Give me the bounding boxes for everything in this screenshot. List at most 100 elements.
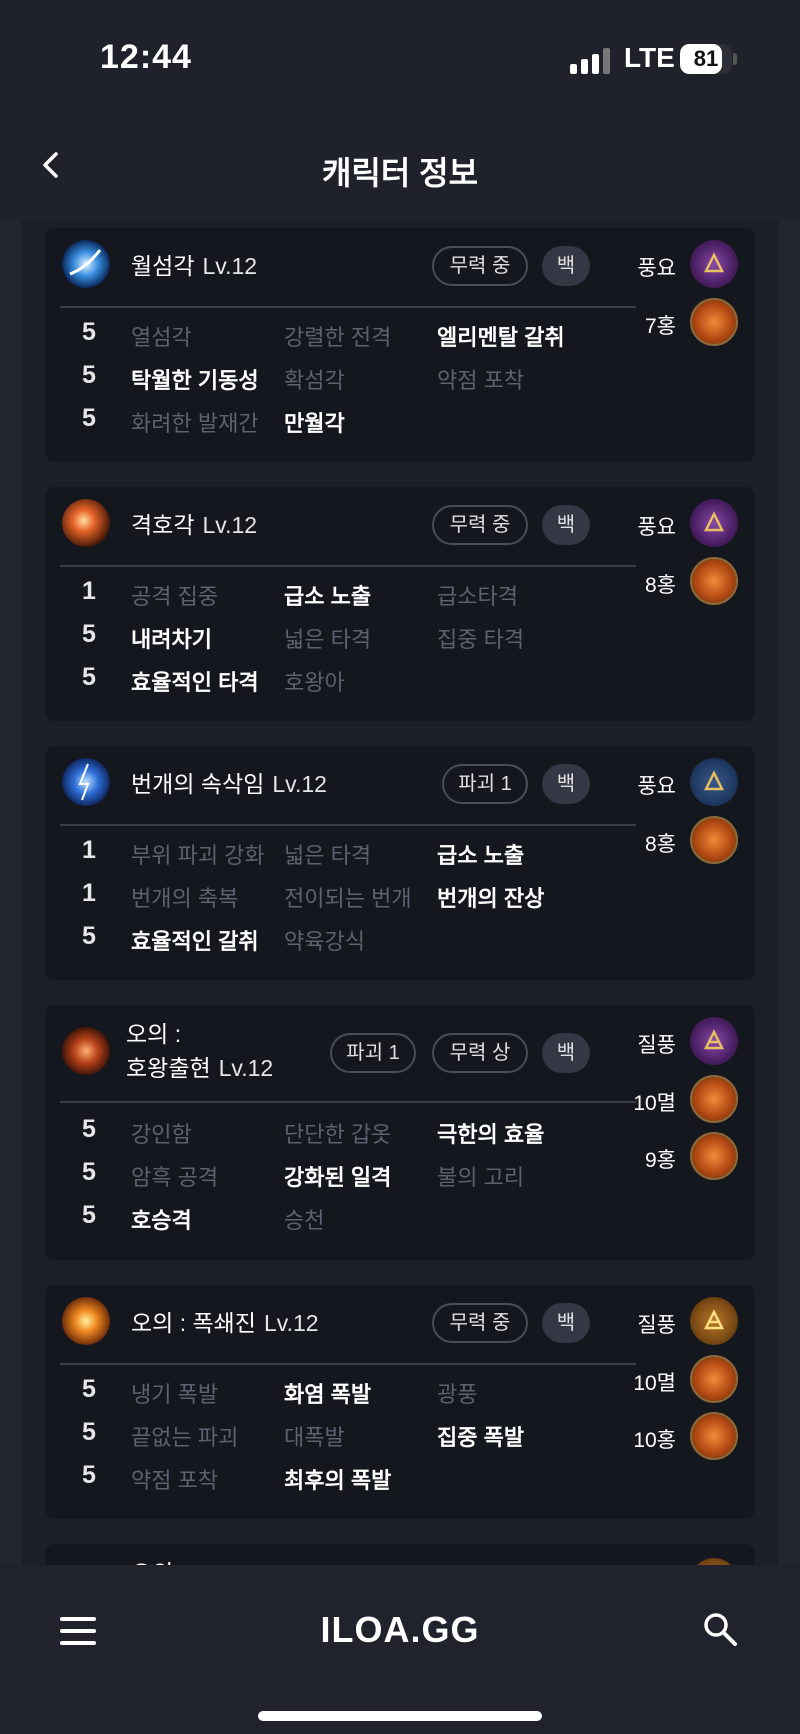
skill-name-line2: 호왕출현 [126,1055,211,1081]
tripod-level: 5 [82,663,96,691]
tripod-option: 호승격 [131,1208,192,1233]
tag-stagger: 무력 중 [432,505,528,545]
logo[interactable]: ILOA.GG [0,1609,800,1651]
skill-level: Lv.12 [202,253,258,279]
tripod-level: 5 [82,1115,96,1143]
tripod-option: 급소 노출 [284,584,372,609]
rune-name: 풍요 [637,775,676,798]
tripod-option: 집중 폭발 [437,1425,525,1450]
rune-icon [690,499,738,547]
tripod-option: 번개의 잔상 [437,886,545,911]
tag-destruction: 파괴 1 [330,1033,416,1073]
tripod-option: 급소타격 [437,584,518,609]
tripod-option: 급소 노출 [437,843,525,868]
tripod-option: 효율적인 타격 [131,670,259,695]
skill-name-line1: 오의 : [126,1021,182,1047]
tripod-level: 5 [82,1418,96,1446]
tripod-option: 불의 고리 [437,1165,525,1190]
skill-list[interactable]: 월섬각 Lv.12 무력 중 백 5 열섬각 강렬한 전격 엘리멘탈 갈취 5 탁… [0,220,800,1565]
tripod-option: 강렬한 전격 [284,325,392,350]
tag-back-attack: 백 [542,764,590,804]
tripod-option: 극한의 효율 [437,1122,545,1147]
tripod-option: 열섬각 [131,325,192,350]
gem-icon [690,1355,738,1403]
skill-icon-howang [62,1027,110,1075]
battery-icon: 81 [680,44,732,74]
tripod-option: 전이되는 번개 [284,886,412,911]
skill-name: 오의 [131,1556,173,1565]
tripod-option: 강화된 일격 [284,1165,392,1190]
divider [60,824,636,826]
skill-name: 월섬각 Lv.12 [131,249,257,283]
gem-label: 10홍 [633,1429,676,1452]
nav-header: 캐릭터 정보 [0,110,800,220]
divider [60,1101,636,1103]
tripod-option: 넓은 타격 [284,627,372,652]
skill-name-text: 오의 : 폭쇄진 [131,1310,256,1336]
gem-label: 10멸 [633,1372,676,1395]
skill-card[interactable]: 오의 [46,1544,754,1565]
skill-card[interactable]: 월섬각 Lv.12 무력 중 백 5 열섬각 강렬한 전격 엘리멘탈 갈취 5 탁… [46,228,754,462]
rune-icon [690,1017,738,1065]
tripod-level: 5 [82,318,96,346]
tag-back-attack: 백 [542,1033,590,1073]
skill-name: 오의 : 폭쇄진 Lv.12 [131,1306,319,1340]
battery-level: 81 [693,46,719,71]
rune-icon [690,758,738,806]
skill-card[interactable]: 오의 : 폭쇄진 Lv.12 무력 중 백 5 냉기 폭발 화염 폭발 광풍 5 … [46,1285,754,1519]
gem-icon [690,557,738,605]
rune-name: 질풍 [637,1034,676,1057]
divider [60,565,636,567]
status-time: 12:44 [100,38,192,76]
skill-card[interactable]: 번개의 속삭임 Lv.12 파괴 1 백 1 부위 파괴 강화 넓은 타격 급소 … [46,746,754,980]
tripod-option: 효율적인 갈취 [131,929,259,954]
gem-icon [690,298,738,346]
tripod-option: 부위 파괴 강화 [131,843,265,868]
tripod-option: 대폭발 [284,1425,345,1450]
gem-icon [690,1132,738,1180]
gem-icon [690,1412,738,1460]
tripod-option: 약육강식 [284,929,365,954]
tripod-level: 5 [82,1461,96,1489]
gem-label: 9홍 [645,1149,676,1172]
tripod-level: 5 [82,361,96,389]
skill-name: 격호각 Lv.12 [131,508,257,542]
tripod-option: 광풍 [437,1382,478,1407]
tag-back-attack: 백 [542,246,590,286]
tripod-option: 암흑 공격 [131,1165,219,1190]
skill-level: Lv.12 [218,1055,274,1081]
skill-icon-lightning-whisper [62,758,110,806]
skill-icon-gyeokhogak [62,499,110,547]
rune-icon [690,1558,738,1565]
skill-card[interactable]: 격호각 Lv.12 무력 중 백 1 공격 집중 급소 노출 급소타격 5 내려차… [46,487,754,721]
rune-name: 질풍 [637,1314,676,1337]
tripod-option: 화염 폭발 [284,1382,372,1407]
skill-icon-pokswaejin [62,1297,110,1345]
gem-label: 8홍 [645,574,676,597]
tripod-level: 5 [82,620,96,648]
divider [60,306,636,308]
skill-name: 오의 : 호왕출현 Lv.12 [126,1017,273,1085]
battery-tip [733,53,737,65]
gem-label: 10멸 [633,1092,676,1115]
skill-card[interactable]: 오의 : 호왕출현 Lv.12 파괴 1 무력 상 백 5 강인함 단단한 갑옷 … [46,1005,754,1260]
tripod-level: 5 [82,404,96,432]
skill-name-text: 격호각 [131,512,195,538]
tripod-option: 호왕아 [284,670,345,695]
rune-icon [690,240,738,288]
skill-name-text: 번개의 속삭임 [131,771,265,797]
tripod-option: 화려한 발재간 [131,411,259,436]
tripod-option: 공격 집중 [131,584,219,609]
tripod-option: 냉기 폭발 [131,1382,219,1407]
tripod-level: 5 [82,1158,96,1186]
prev-panel-edge [0,220,22,1565]
tripod-option: 승천 [284,1208,325,1233]
tripod-option: 번개의 축복 [131,886,239,911]
gem-label: 7홍 [645,315,676,338]
tripod-option: 약점 포착 [131,1468,219,1493]
tripod-option: 넓은 타격 [284,843,372,868]
home-indicator[interactable] [258,1711,542,1721]
tripod-option: 내려차기 [131,627,212,652]
rune-icon [690,1297,738,1345]
search-icon[interactable] [702,1611,738,1647]
